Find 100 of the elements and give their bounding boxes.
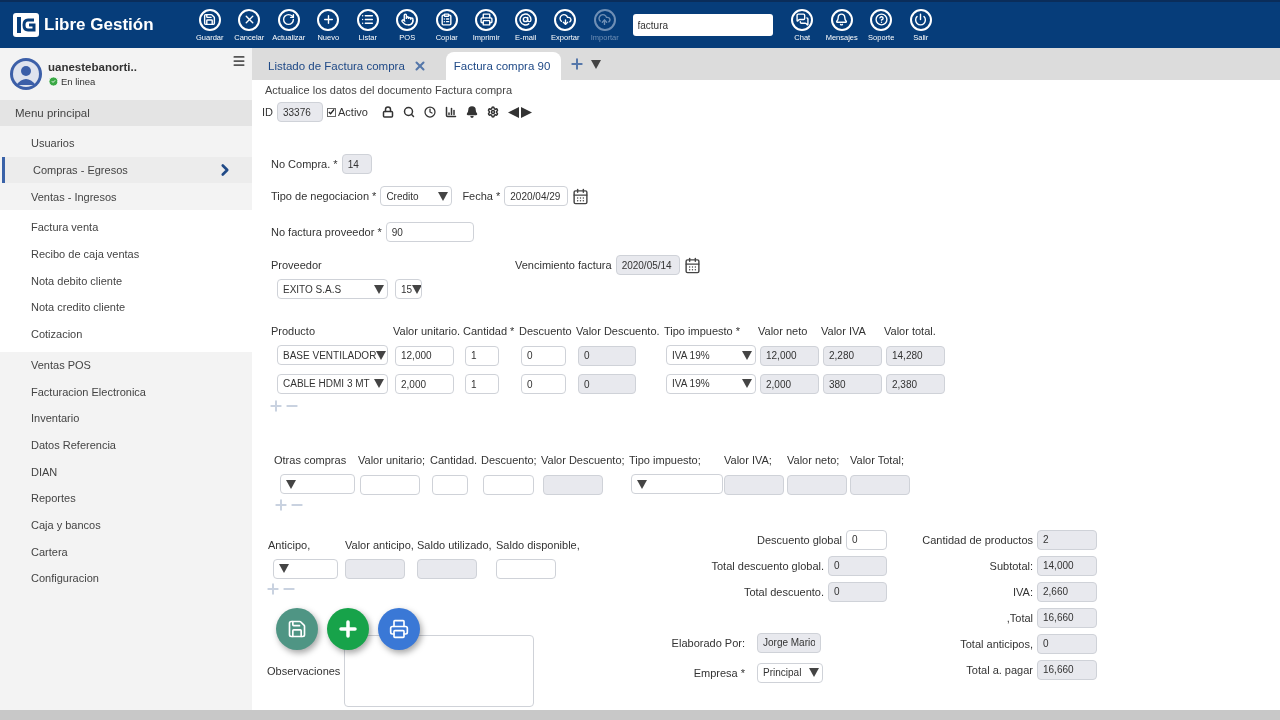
dropdown[interactable]: Credito (380, 186, 453, 206)
sidebar-item[interactable]: Compras - Egresos (2, 156, 252, 184)
input-field[interactable] (483, 474, 534, 495)
caret-icon (591, 59, 602, 69)
input-field[interactable]: 2,000 (395, 374, 454, 394)
menu-icon[interactable] (232, 54, 246, 68)
id-field[interactable]: 33376 (277, 102, 323, 122)
refresh-icon (282, 13, 296, 26)
clipboard-icon (440, 13, 454, 26)
readonly-field[interactable] (787, 474, 847, 495)
dropdown[interactable] (280, 474, 355, 495)
readonly-field[interactable]: 2,280 (823, 345, 882, 366)
save-button[interactable] (276, 608, 318, 650)
readonly-field[interactable]: 2,660 (1037, 581, 1097, 602)
close-icon[interactable] (412, 59, 427, 73)
sidebar-subitem[interactable]: Cotizacion (0, 320, 252, 348)
calendar-icon[interactable] (683, 256, 701, 274)
sidebar-subitem[interactable]: Factura venta (0, 214, 252, 241)
avatar (10, 58, 42, 90)
print-button[interactable] (378, 608, 420, 650)
dropdown[interactable]: Principal (757, 662, 823, 683)
readonly-field[interactable] (345, 559, 405, 579)
readonly-field[interactable]: 14,000 (1037, 555, 1097, 576)
readonly-field[interactable] (543, 474, 603, 495)
active-checkbox[interactable]: Activo (327, 106, 368, 118)
readonly-field[interactable]: 2,380 (886, 374, 945, 394)
next-icon[interactable] (520, 106, 532, 118)
readonly-field[interactable]: 12,000 (760, 345, 819, 366)
readonly-field[interactable]: 0 (1037, 633, 1097, 654)
column-header: Otras compras (274, 454, 348, 466)
readonly-field[interactable]: 14 (341, 154, 372, 174)
input-field[interactable]: 1 (465, 345, 499, 366)
readonly-field[interactable]: 0 (828, 581, 887, 602)
input-field[interactable]: 0 (521, 345, 566, 366)
sidebar-subitem[interactable]: Nota debito cliente (0, 267, 252, 295)
date-field[interactable]: 2020/05/14 (615, 255, 680, 275)
column-header: Valor IVA; (724, 454, 773, 466)
readonly-field[interactable] (724, 474, 784, 495)
date-field[interactable]: 2020/04/29 (504, 186, 569, 206)
search-field[interactable]: factura (632, 14, 773, 36)
readonly-field[interactable]: 14,280 (886, 345, 945, 366)
user-status: En linea (61, 76, 96, 87)
sidebar-item[interactable]: Caja y bancos (0, 511, 252, 539)
readonly-field[interactable] (417, 559, 477, 579)
readonly-field[interactable]: 2,000 (760, 374, 819, 394)
sidebar-item[interactable]: Ventas POS (0, 351, 252, 379)
dropdown[interactable]: CABLE HDMI 3 MT (277, 373, 388, 394)
input-field[interactable]: 0 (846, 529, 887, 550)
notes-field[interactable] (344, 635, 535, 707)
sidebar-item[interactable]: Configuracion (0, 565, 252, 592)
input-field[interactable]: 1 (465, 374, 499, 394)
readonly-field[interactable]: 16,660 (1037, 659, 1097, 680)
dropdown[interactable]: BASE VENTILADOR (277, 345, 388, 366)
field-label: Cantidad de productos (922, 533, 1033, 546)
dropdown[interactable]: IVA 19% (666, 345, 756, 366)
sidebar-item[interactable]: Cartera (0, 538, 252, 565)
input-field[interactable] (360, 474, 420, 495)
previous-icon[interactable] (507, 106, 519, 118)
settings-icon[interactable] (486, 106, 499, 118)
readonly-field[interactable]: 2 (1037, 529, 1097, 550)
dropdown[interactable]: 15 (395, 279, 422, 299)
sidebar-item[interactable]: Datos Referencia (0, 431, 252, 459)
online-icon (48, 76, 59, 87)
tab[interactable]: Listado de Factura compra (260, 52, 438, 80)
sidebar-item[interactable]: Usuarios (0, 130, 252, 157)
sidebar-item[interactable]: Ventas - Ingresos (0, 183, 252, 211)
tab[interactable]: Factura compra 90 (445, 52, 562, 80)
bell-icon[interactable] (465, 106, 478, 118)
calendar-icon[interactable] (572, 187, 590, 205)
column-header: Saldo utilizado, (417, 538, 493, 551)
readonly-field[interactable]: 0 (578, 345, 636, 366)
sidebar-item[interactable]: Facturacion Electronica (0, 378, 252, 405)
bar-chart-icon[interactable] (444, 106, 457, 118)
readonly-field[interactable]: 16,660 (1037, 607, 1097, 628)
sidebar-item[interactable]: Inventario (0, 404, 252, 432)
readonly-field[interactable] (850, 474, 910, 495)
add-button[interactable] (327, 608, 369, 650)
readonly-field[interactable]: 0 (828, 555, 887, 576)
caret-icon (742, 379, 752, 389)
sidebar-subitem[interactable]: Nota credito cliente (0, 294, 252, 321)
sidebar-item[interactable]: DIAN (0, 458, 252, 485)
readonly-field[interactable]: 0 (578, 374, 636, 394)
dropdown[interactable] (631, 474, 723, 495)
sidebar-item[interactable]: Reportes (0, 484, 252, 512)
input-field[interactable]: 0 (521, 374, 566, 394)
sidebar-subitem[interactable]: Recibo de caja ventas (0, 240, 252, 268)
input-field[interactable]: 12,000 (395, 345, 454, 366)
input-field[interactable] (432, 474, 468, 495)
dropdown[interactable]: IVA 19% (666, 373, 756, 394)
search-icon[interactable] (402, 106, 415, 118)
input-field[interactable]: 90 (385, 222, 474, 242)
column-header: Valor anticipo, (345, 538, 415, 551)
dropdown[interactable] (273, 558, 338, 579)
readonly-field[interactable]: Jorge Mario (757, 632, 821, 653)
save-icon (287, 619, 307, 639)
input-field[interactable] (496, 559, 556, 579)
clock-icon[interactable] (423, 106, 436, 118)
lock-icon[interactable] (381, 106, 394, 118)
readonly-field[interactable]: 380 (823, 374, 882, 394)
dropdown[interactable]: EXITO S.A.S (277, 279, 388, 299)
